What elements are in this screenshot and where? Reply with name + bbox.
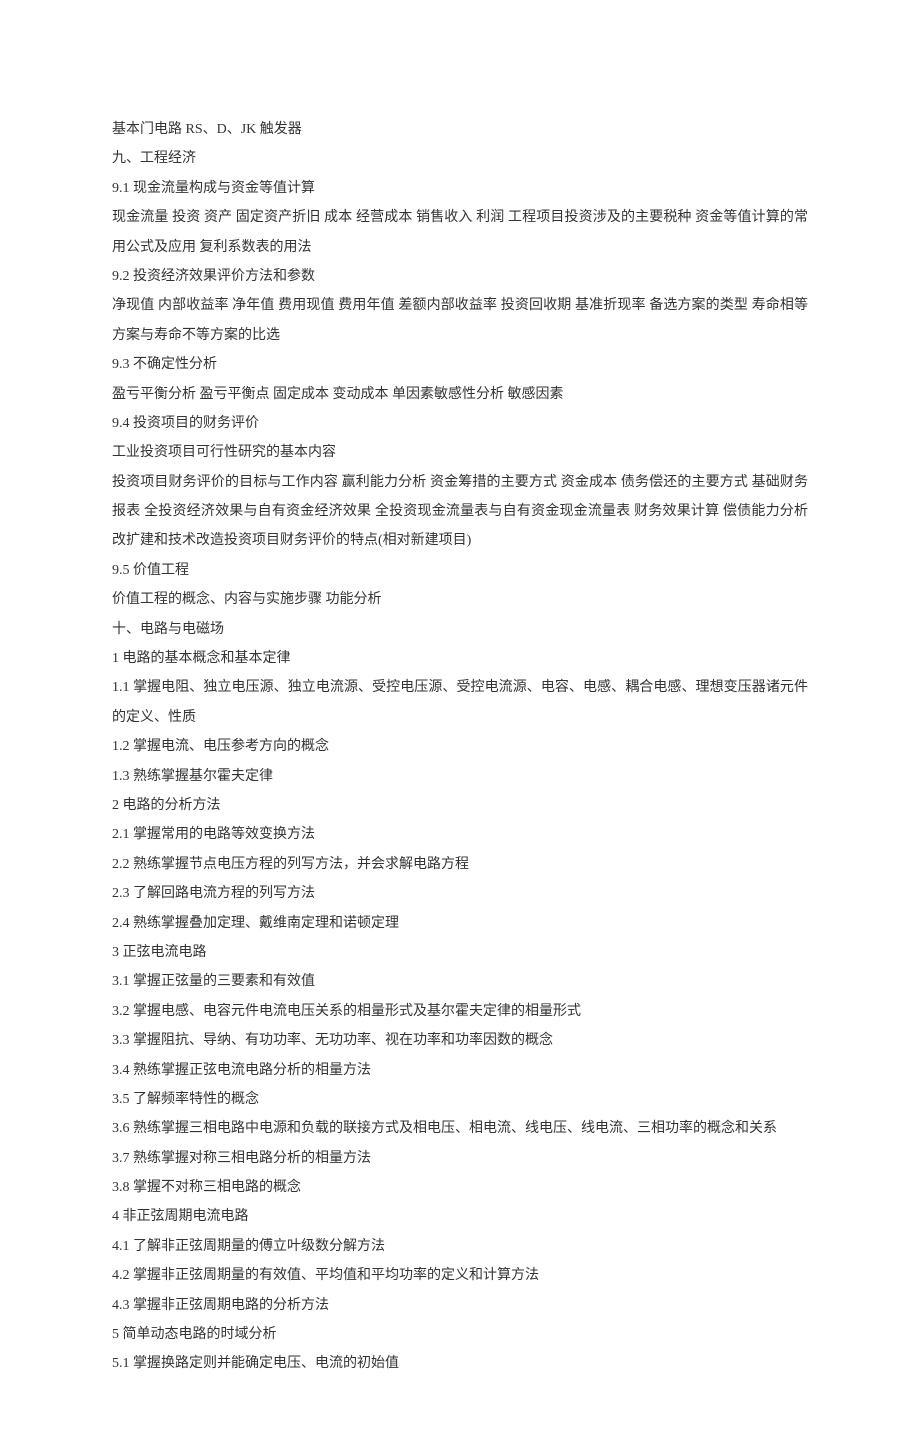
text-line: 现金流量 投资 资产 固定资产折旧 成本 经营成本 销售收入 利润 工程项目投资… <box>112 203 808 262</box>
text-line: 5.1 掌握换路定则并能确定电压、电流的初始值 <box>112 1349 808 1378</box>
text-line: 5 简单动态电路的时域分析 <box>112 1320 808 1349</box>
text-line: 2.2 熟练掌握节点电压方程的列写方法，并会求解电路方程 <box>112 850 808 879</box>
text-line: 十、电路与电磁场 <box>112 615 808 644</box>
text-line: 3.6 熟练掌握三相电路中电源和负载的联接方式及相电压、相电流、线电压、线电流、… <box>112 1114 808 1143</box>
text-line: 1 电路的基本概念和基本定律 <box>112 644 808 673</box>
text-line: 9.1 现金流量构成与资金等值计算 <box>112 174 808 203</box>
text-line: 九、工程经济 <box>112 144 808 173</box>
text-line: 4.3 掌握非正弦周期电路的分析方法 <box>112 1291 808 1320</box>
text-line: 9.2 投资经济效果评价方法和参数 <box>112 262 808 291</box>
text-line: 1.1 掌握电阻、独立电压源、独立电流源、受控电压源、受控电流源、电容、电感、耦… <box>112 673 808 732</box>
text-line: 1.3 熟练掌握基尔霍夫定律 <box>112 762 808 791</box>
text-line: 3.1 掌握正弦量的三要素和有效值 <box>112 967 808 996</box>
text-line: 盈亏平衡分析 盈亏平衡点 固定成本 变动成本 单因素敏感性分析 敏感因素 <box>112 380 808 409</box>
text-line: 9.4 投资项目的财务评价 <box>112 409 808 438</box>
text-line: 2.1 掌握常用的电路等效变换方法 <box>112 820 808 849</box>
text-line: 价值工程的概念、内容与实施步骤 功能分析 <box>112 585 808 614</box>
text-line: 4.2 掌握非正弦周期量的有效值、平均值和平均功率的定义和计算方法 <box>112 1261 808 1290</box>
text-line: 3.5 了解频率特性的概念 <box>112 1085 808 1114</box>
text-line: 3.4 熟练掌握正弦电流电路分析的相量方法 <box>112 1056 808 1085</box>
text-line: 3.2 掌握电感、电容元件电流电压关系的相量形式及基尔霍夫定律的相量形式 <box>112 997 808 1026</box>
text-line: 2.3 了解回路电流方程的列写方法 <box>112 879 808 908</box>
text-line: 3.3 掌握阻抗、导纳、有功功率、无功功率、视在功率和功率因数的概念 <box>112 1026 808 1055</box>
text-line: 1.2 掌握电流、电压参考方向的概念 <box>112 732 808 761</box>
text-line: 工业投资项目可行性研究的基本内容 <box>112 438 808 467</box>
text-line: 3.8 掌握不对称三相电路的概念 <box>112 1173 808 1202</box>
text-line: 9.5 价值工程 <box>112 556 808 585</box>
text-line: 投资项目财务评价的目标与工作内容 赢利能力分析 资金筹措的主要方式 资金成本 债… <box>112 468 808 556</box>
text-line: 基本门电路 RS、D、JK 触发器 <box>112 115 808 144</box>
text-line: 2.4 熟练掌握叠加定理、戴维南定理和诺顿定理 <box>112 909 808 938</box>
text-line: 2 电路的分析方法 <box>112 791 808 820</box>
document-body: 基本门电路 RS、D、JK 触发器九、工程经济9.1 现金流量构成与资金等值计算… <box>112 115 808 1379</box>
text-line: 3 正弦电流电路 <box>112 938 808 967</box>
text-line: 3.7 熟练掌握对称三相电路分析的相量方法 <box>112 1144 808 1173</box>
text-line: 9.3 不确定性分析 <box>112 350 808 379</box>
text-line: 净现值 内部收益率 净年值 费用现值 费用年值 差额内部收益率 投资回收期 基准… <box>112 291 808 350</box>
text-line: 4 非正弦周期电流电路 <box>112 1202 808 1231</box>
text-line: 4.1 了解非正弦周期量的傅立叶级数分解方法 <box>112 1232 808 1261</box>
